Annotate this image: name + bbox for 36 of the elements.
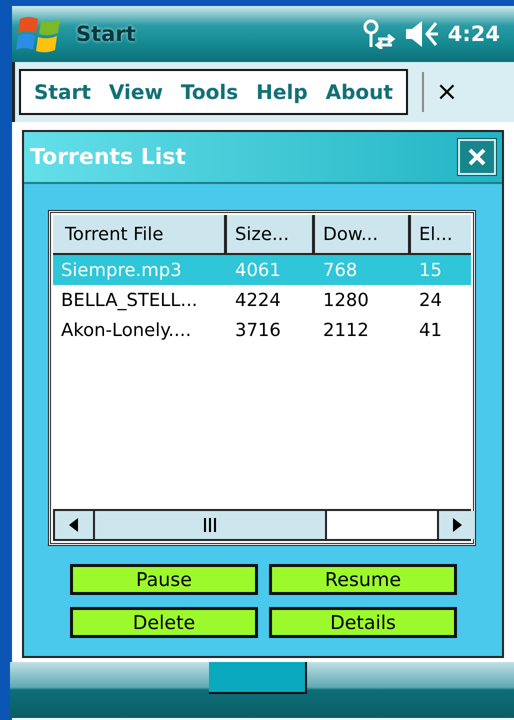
table-cell-text: 768: [322, 258, 358, 282]
action-button[interactable]: Pause: [70, 564, 258, 595]
column-header[interactable]: Size...: [227, 215, 315, 255]
menu-item[interactable]: About: [316, 80, 402, 104]
column-header[interactable]: El...: [411, 215, 471, 255]
column-header[interactable]: Dow...: [315, 215, 411, 255]
table-cell-text: Akon-Lonely....: [60, 318, 192, 342]
close-button[interactable]: ×: [432, 77, 462, 107]
column-header[interactable]: Torrent File: [53, 215, 227, 255]
speaker-muted-icon[interactable]: [404, 20, 440, 48]
dialog-title: Torrents List: [30, 144, 186, 170]
right-arrow-icon[interactable]: [452, 518, 462, 532]
keyboard-tab[interactable]: [209, 662, 307, 694]
table-cell-text: 2112: [322, 318, 370, 342]
table-cell-text: 4224: [234, 288, 282, 312]
table-cell-text: 15: [418, 258, 443, 282]
table-cell-text: 24: [418, 288, 443, 312]
table-cell-text: 41: [418, 318, 443, 342]
left-arrow-icon[interactable]: [69, 518, 79, 532]
action-button[interactable]: Details: [269, 607, 457, 638]
clock-time[interactable]: 4:24: [448, 22, 500, 46]
table-cell-text: 4061: [234, 258, 282, 282]
table-cell-text: Siempre.mp3: [60, 258, 183, 282]
table-cell-text: 1280: [322, 288, 370, 312]
scroll-thumb-grip-icon[interactable]: [204, 518, 216, 532]
table-cell-text: BELLA_STELL...: [60, 288, 199, 312]
table-cell-text: 3716: [234, 318, 282, 342]
menu-item[interactable]: Start: [25, 80, 100, 104]
menu-item[interactable]: Help: [247, 80, 317, 104]
menu-item[interactable]: View: [100, 80, 172, 104]
close-icon: [467, 147, 487, 167]
connectivity-icon[interactable]: [362, 19, 396, 49]
action-button[interactable]: Delete: [70, 607, 258, 638]
close-button[interactable]: [458, 139, 496, 175]
action-button[interactable]: Resume: [269, 564, 457, 595]
menu-item[interactable]: Tools: [172, 80, 248, 104]
